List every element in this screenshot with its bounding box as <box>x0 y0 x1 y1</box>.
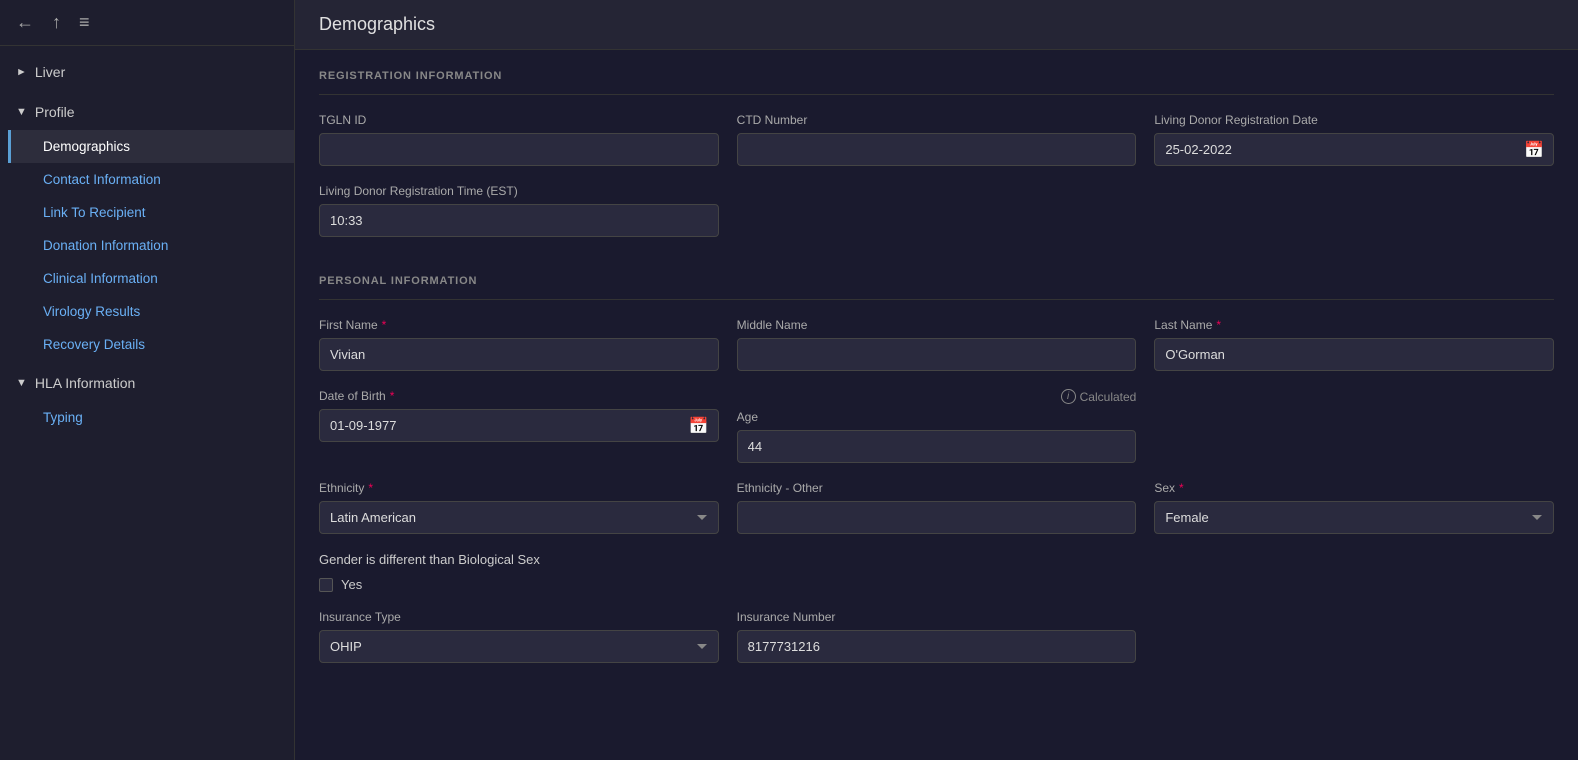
sidebar-item-demographics[interactable]: Demographics <box>8 130 294 163</box>
nav-group-hla-header[interactable]: ▼ HLA Information <box>0 365 294 401</box>
first-name-label: First Name * <box>319 318 719 332</box>
insurance-number-group: Insurance Number <box>737 610 1137 663</box>
age-group: i Calculated Age <box>737 389 1137 463</box>
living-donor-reg-time-group: Living Donor Registration Time (EST) <box>319 184 719 237</box>
middle-name-label: Middle Name <box>737 318 1137 332</box>
living-donor-reg-time-label: Living Donor Registration Time (EST) <box>319 184 719 198</box>
age-label: Age <box>737 410 1137 424</box>
last-name-label: Last Name * <box>1154 318 1554 332</box>
tgln-id-input[interactable] <box>319 133 719 166</box>
ctd-number-label: CTD Number <box>737 113 1137 127</box>
insurance-number-input[interactable] <box>737 630 1137 663</box>
dob-input[interactable] <box>319 409 719 442</box>
sex-select[interactable]: Female Male Other <box>1154 501 1554 534</box>
living-donor-reg-date-input-wrapper: 📅 <box>1154 133 1554 166</box>
registration-row-2: Living Donor Registration Time (EST) <box>319 184 1554 237</box>
hla-chevron-icon: ▼ <box>16 377 27 389</box>
living-donor-reg-time-input[interactable] <box>319 204 719 237</box>
liver-chevron-icon: ▼ <box>15 67 27 78</box>
nav-group-liver: ▼ Liver <box>0 54 294 90</box>
sidebar-item-typing[interactable]: Typing <box>8 401 294 434</box>
registration-section-title: REGISTRATION INFORMATION <box>319 50 1554 95</box>
last-name-input[interactable] <box>1154 338 1554 371</box>
gender-diff-checkbox-row: Yes <box>319 577 1554 592</box>
ethnicity-select[interactable]: Latin American Caucasian Black/African A… <box>319 501 719 534</box>
dob-input-wrapper: 📅 <box>319 409 719 442</box>
last-name-group: Last Name * <box>1154 318 1554 371</box>
main-content: Demographics REGISTRATION INFORMATION TG… <box>295 0 1578 760</box>
nav-group-liver-header[interactable]: ▼ Liver <box>0 54 294 90</box>
insurance-type-select[interactable]: OHIP Private Other <box>319 630 719 663</box>
dob-group: Date of Birth * 📅 <box>319 389 719 442</box>
age-input[interactable] <box>737 430 1137 463</box>
insurance-type-group: Insurance Type OHIP Private Other <box>319 610 719 663</box>
personal-section-title: PERSONAL INFORMATION <box>319 255 1554 300</box>
sidebar-item-recovery-details[interactable]: Recovery Details <box>8 328 294 361</box>
insurance-number-label: Insurance Number <box>737 610 1137 624</box>
personal-row-2: Date of Birth * 📅 i Calculated Age <box>319 389 1554 463</box>
up-icon[interactable]: ↑ <box>52 12 61 33</box>
ethnicity-other-label: Ethnicity - Other <box>737 481 1137 495</box>
sex-required: * <box>1179 481 1184 495</box>
personal-row-3: Ethnicity * Latin American Caucasian Bla… <box>319 481 1554 534</box>
dob-required: * <box>390 389 395 403</box>
middle-name-group: Middle Name <box>737 318 1137 371</box>
sidebar-top-bar: ← ↑ ≡ <box>0 0 294 46</box>
ethnicity-label: Ethnicity * <box>319 481 719 495</box>
last-name-required: * <box>1216 318 1221 332</box>
tgln-id-label: TGLN ID <box>319 113 719 127</box>
sidebar-item-contact-information[interactable]: Contact Information <box>8 163 294 196</box>
back-icon[interactable]: ← <box>16 12 34 33</box>
dob-calendar-icon[interactable]: 📅 <box>687 414 711 438</box>
first-name-group: First Name * <box>319 318 719 371</box>
sidebar-item-donation-information[interactable]: Donation Information <box>8 229 294 262</box>
ethnicity-group: Ethnicity * Latin American Caucasian Bla… <box>319 481 719 534</box>
living-donor-reg-date-calendar-icon[interactable]: 📅 <box>1522 138 1546 162</box>
ctd-number-group: CTD Number <box>737 113 1137 166</box>
first-name-required: * <box>382 318 387 332</box>
living-donor-reg-date-group: Living Donor Registration Date 📅 <box>1154 113 1554 166</box>
dob-label: Date of Birth * <box>319 389 719 403</box>
nav-group-profile: ▼ Profile Demographics Contact Informati… <box>0 94 294 361</box>
sidebar-item-clinical-information[interactable]: Clinical Information <box>8 262 294 295</box>
sidebar-item-link-to-recipient[interactable]: Link To Recipient <box>8 196 294 229</box>
personal-row-4: Insurance Type OHIP Private Other Insura… <box>319 610 1554 663</box>
sidebar: ← ↑ ≡ ▼ Liver ▼ Profile Demographics Con… <box>0 0 295 760</box>
nav-group-profile-header[interactable]: ▼ Profile <box>0 94 294 130</box>
living-donor-reg-date-label: Living Donor Registration Date <box>1154 113 1554 127</box>
gender-diff-yes-label: Yes <box>341 577 362 592</box>
sidebar-item-virology-results[interactable]: Virology Results <box>8 295 294 328</box>
age-info-icon: i <box>1061 389 1076 404</box>
nav-group-hla-label: HLA Information <box>35 375 135 391</box>
page-title: Demographics <box>319 14 435 35</box>
nav-group-liver-label: Liver <box>35 64 65 80</box>
age-info: i Calculated <box>737 389 1137 404</box>
ethnicity-required: * <box>368 481 373 495</box>
personal-row-1: First Name * Middle Name Last Name * <box>319 318 1554 371</box>
first-name-input[interactable] <box>319 338 719 371</box>
ethnicity-other-input[interactable] <box>737 501 1137 534</box>
middle-name-input[interactable] <box>737 338 1137 371</box>
menu-icon[interactable]: ≡ <box>79 12 90 33</box>
page-header: Demographics <box>295 0 1578 50</box>
tgln-id-group: TGLN ID <box>319 113 719 166</box>
gender-diff-section: Gender is different than Biological Sex … <box>319 552 1554 592</box>
ethnicity-other-group: Ethnicity - Other <box>737 481 1137 534</box>
profile-sub-items: Demographics Contact Information Link To… <box>0 130 294 361</box>
profile-chevron-icon: ▼ <box>16 106 27 118</box>
ctd-number-input[interactable] <box>737 133 1137 166</box>
sidebar-nav: ▼ Liver ▼ Profile Demographics Contact I… <box>0 46 294 446</box>
living-donor-reg-date-input[interactable] <box>1154 133 1554 166</box>
gender-diff-label: Gender is different than Biological Sex <box>319 552 1554 567</box>
nav-group-hla: ▼ HLA Information Typing <box>0 365 294 434</box>
insurance-type-label: Insurance Type <box>319 610 719 624</box>
age-calculated-label: Calculated <box>1080 390 1137 404</box>
hla-sub-items: Typing <box>0 401 294 434</box>
sex-group: Sex * Female Male Other <box>1154 481 1554 534</box>
gender-diff-checkbox[interactable] <box>319 578 333 592</box>
page-body: REGISTRATION INFORMATION TGLN ID CTD Num… <box>295 50 1578 760</box>
sex-label: Sex * <box>1154 481 1554 495</box>
nav-group-profile-label: Profile <box>35 104 75 120</box>
registration-row-1: TGLN ID CTD Number Living Donor Registra… <box>319 113 1554 166</box>
